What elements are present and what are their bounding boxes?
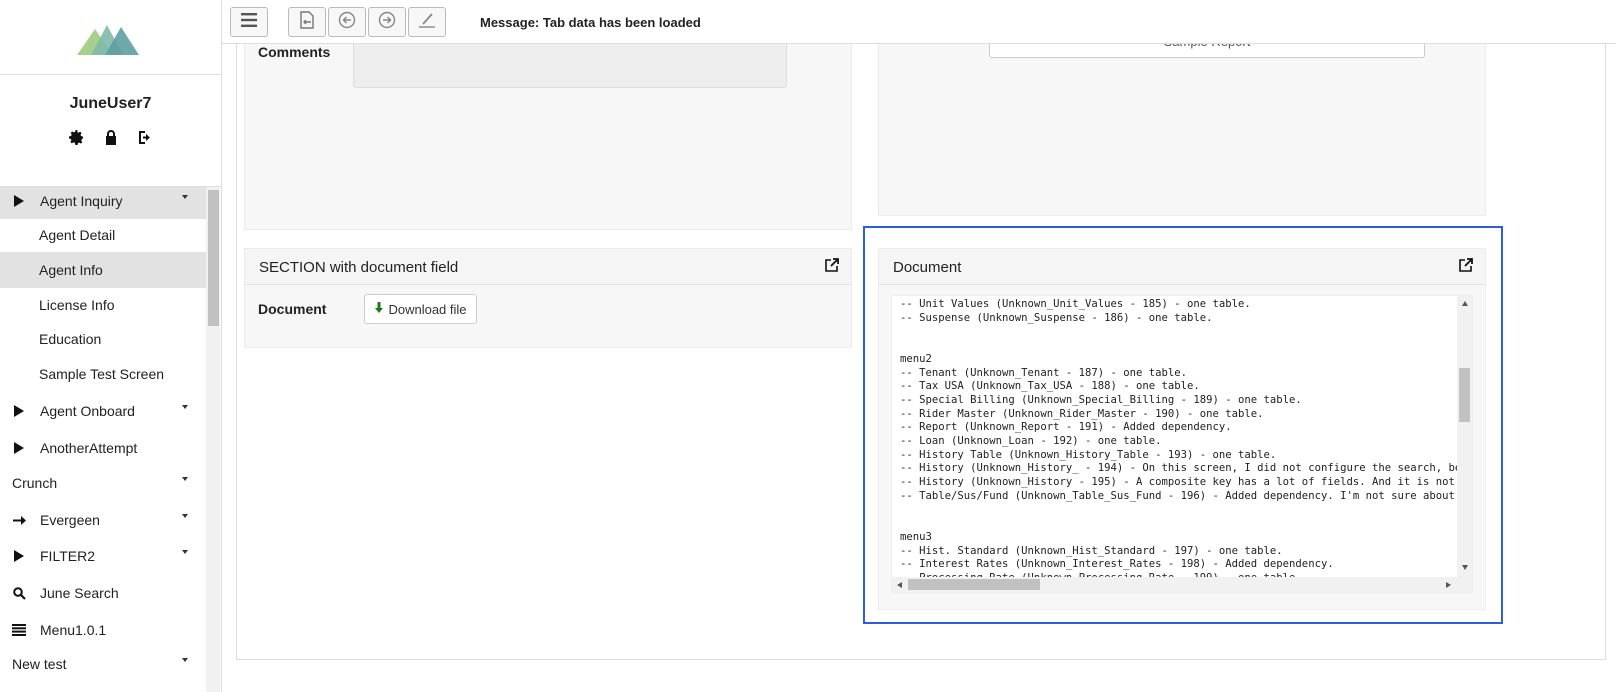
lock-icon[interactable] xyxy=(101,127,121,147)
sidebar-item-june-search[interactable]: June Search xyxy=(0,575,206,611)
edit-button[interactable] xyxy=(408,7,446,37)
sidebar-item-menu1-0-1[interactable]: Menu1.0.1 xyxy=(0,612,206,648)
sidebar-item-agent-inquiry[interactable]: Agent Inquiry xyxy=(0,187,206,219)
sidebar-item-sample-test-screen[interactable]: Sample Test Screen xyxy=(0,356,206,392)
user-area: JuneUser7 xyxy=(0,75,221,187)
logout-icon[interactable] xyxy=(135,127,155,147)
sidebar-item-crunch[interactable]: Crunch xyxy=(0,465,206,501)
sidebar-item-label: License Info xyxy=(39,297,115,313)
external-link-icon[interactable] xyxy=(825,258,839,276)
comments-label: Comments xyxy=(258,44,331,60)
sidebar-item-license-info[interactable]: License Info xyxy=(0,287,206,323)
chevron-down-icon xyxy=(182,405,188,409)
sidebar-item-label: Agent Onboard xyxy=(40,403,135,419)
play-icon xyxy=(6,405,32,417)
sidebar-item-agent-onboard[interactable]: Agent Onboard xyxy=(0,393,206,429)
logo-area xyxy=(0,0,221,75)
sidebar-item-label: Evergeen xyxy=(40,512,100,528)
forward-icon xyxy=(378,11,396,34)
report-panel: Sample Report xyxy=(878,34,1486,216)
back-button[interactable] xyxy=(328,7,366,37)
sidebar-item-label: Crunch xyxy=(12,475,58,491)
list-icon xyxy=(6,624,32,636)
export-button[interactable] xyxy=(288,7,326,37)
arrow-right-icon xyxy=(6,515,32,526)
selection-highlight xyxy=(863,226,1503,624)
sidebar-item-label: Education xyxy=(39,331,102,347)
sidebar-item-label: June Search xyxy=(40,585,119,601)
sidebar-item-evergeen[interactable]: Evergeen xyxy=(0,502,206,538)
sidebar-item-label: Agent Inquiry xyxy=(40,193,123,209)
sidebar-item-label: Menu1.0.1 xyxy=(40,622,107,638)
app-logo xyxy=(77,25,139,55)
sidebar-item-anotherattempt[interactable]: AnotherAttempt xyxy=(0,430,206,466)
sidebar-item-agent-detail[interactable]: Agent Detail xyxy=(0,217,206,253)
sidebar-item-new-test[interactable]: New test xyxy=(0,646,206,682)
sidebar-item-label: AnotherAttempt xyxy=(40,440,138,456)
username: JuneUser7 xyxy=(69,95,152,112)
section-panel-header: SECTION with document field xyxy=(245,249,851,285)
back-icon xyxy=(338,11,356,34)
sidebar-scrollbar-thumb[interactable] xyxy=(208,190,219,326)
edit-icon xyxy=(417,11,437,34)
content-frame: Comments Sample Report SECTION with docu… xyxy=(236,34,1606,660)
sidebar-item-filter2[interactable]: FILTER2 xyxy=(0,538,206,574)
menu-icon xyxy=(241,12,257,32)
menu-button[interactable] xyxy=(230,7,268,37)
play-icon xyxy=(6,195,32,207)
download-icon xyxy=(374,301,384,317)
chevron-down-icon xyxy=(182,195,188,199)
sidebar-item-label: Agent Detail xyxy=(39,227,116,243)
sidebar-item-label: FILTER2 xyxy=(40,548,95,564)
chevron-down-icon xyxy=(182,550,188,554)
chevron-down-icon xyxy=(182,514,188,518)
sidebar-item-label: Sample Test Screen xyxy=(39,366,165,382)
chevron-down-icon xyxy=(182,477,188,481)
play-icon xyxy=(6,550,32,562)
download-file-button[interactable]: Download file xyxy=(364,294,477,324)
file-export-icon xyxy=(299,10,315,34)
main-area: Message: Tab data has been loaded Commen… xyxy=(222,0,1616,692)
gear-icon[interactable] xyxy=(67,127,87,147)
sidebar-item-label: New test xyxy=(12,656,67,672)
section-document-panel: SECTION with document field Document Dow… xyxy=(244,248,852,348)
chevron-down-icon xyxy=(182,658,188,662)
sidebar-item-label: Agent Info xyxy=(39,262,103,278)
section-panel-title: SECTION with document field xyxy=(259,259,459,276)
sidebar: JuneUser7 Agent Inquiry Agent Detail Age… xyxy=(0,0,222,692)
search-icon xyxy=(6,586,32,600)
comments-panel: Comments xyxy=(244,34,852,230)
sidebar-item-education[interactable]: Education xyxy=(0,321,206,357)
sidebar-item-agent-info[interactable]: Agent Info xyxy=(0,252,206,288)
play-icon xyxy=(6,442,32,454)
status-message: Message: Tab data has been loaded xyxy=(480,15,701,30)
document-field-label: Document xyxy=(258,301,327,317)
download-file-label: Download file xyxy=(388,301,467,317)
forward-button[interactable] xyxy=(368,7,406,37)
toolbar: Message: Tab data has been loaded xyxy=(222,0,1616,44)
sidebar-menu: Agent Inquiry Agent Detail Agent Info Li… xyxy=(0,187,206,692)
